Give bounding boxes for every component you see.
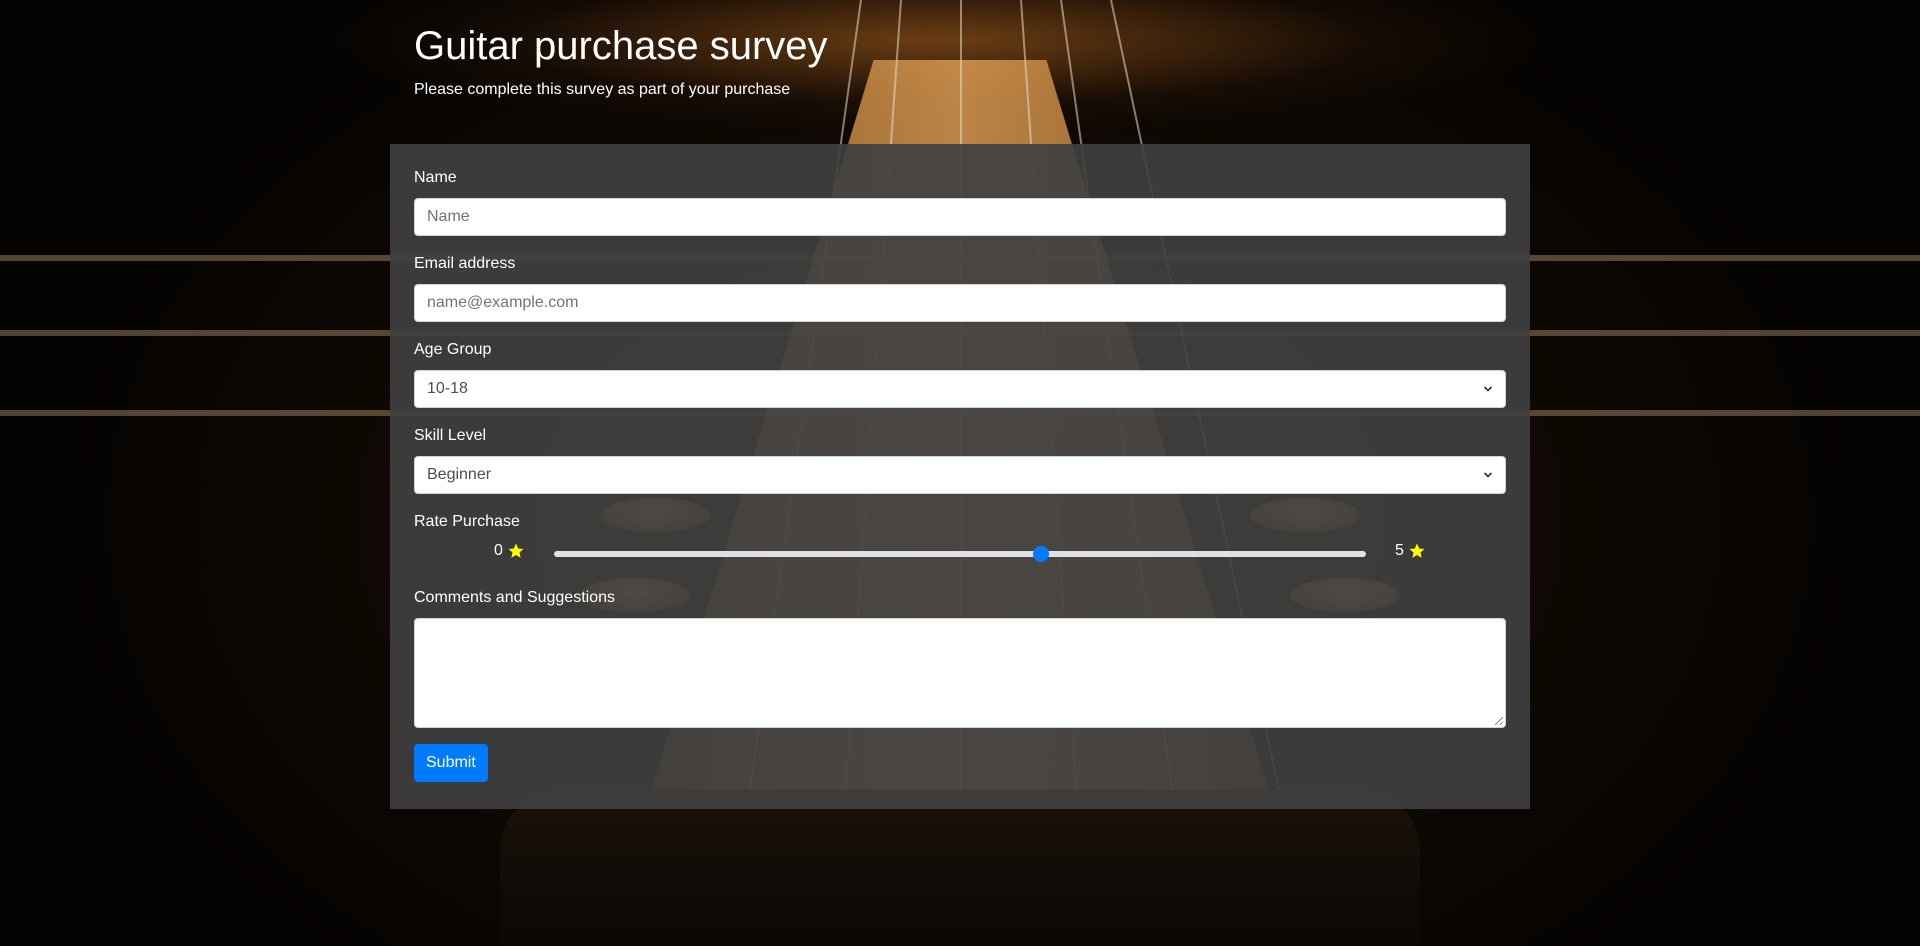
rating-min-label: 0 xyxy=(494,542,503,559)
survey-form: Name Name Email address name@example.com… xyxy=(390,144,1530,809)
name-group: Name Name xyxy=(414,168,1506,236)
email-label: Email address xyxy=(414,255,516,272)
star-icon xyxy=(1409,543,1425,558)
skill-level-selected-value: Beginner xyxy=(427,466,492,483)
age-group-select[interactable]: 10-18 xyxy=(414,370,1506,408)
rating-slider-thumb[interactable] xyxy=(1033,546,1050,562)
comments-label: Comments and Suggestions xyxy=(414,589,615,606)
age-group-selected-value: 10-18 xyxy=(427,380,468,397)
skill-level-select[interactable]: Beginner xyxy=(414,456,1506,494)
email-placeholder: name@example.com xyxy=(427,294,579,311)
email-input[interactable]: name@example.com xyxy=(414,284,1506,322)
skill-level-label: Skill Level xyxy=(414,427,487,444)
name-placeholder: Name xyxy=(427,208,470,225)
age-group-label: Age Group xyxy=(414,341,492,358)
rating-slider-track[interactable] xyxy=(554,551,1366,557)
age-group-group: Age Group 10-18 xyxy=(414,340,1506,408)
rating-min: 0 xyxy=(494,542,525,560)
chevron-down-icon xyxy=(1483,472,1493,478)
chevron-down-icon xyxy=(1483,386,1493,392)
skill-level-group: Skill Level Beginner xyxy=(414,426,1506,494)
page-header: Guitar purchase survey Please complete t… xyxy=(414,22,828,100)
rating-slider[interactable] xyxy=(554,546,1366,562)
rating-row: 0 5 xyxy=(414,542,1506,566)
comments-group: Comments and Suggestions xyxy=(414,588,1506,728)
rating-group: Rate Purchase 0 5 xyxy=(414,512,1506,566)
comments-textarea[interactable] xyxy=(414,618,1506,728)
name-input[interactable]: Name xyxy=(414,198,1506,236)
page-title: Guitar purchase survey xyxy=(414,24,828,68)
resize-handle-icon[interactable] xyxy=(1495,717,1503,725)
email-group: Email address name@example.com xyxy=(414,254,1506,322)
rating-max: 5 xyxy=(1395,542,1426,560)
rating-max-label: 5 xyxy=(1395,542,1404,559)
star-icon xyxy=(508,543,524,558)
submit-button[interactable]: Submit xyxy=(414,744,488,782)
page-subtitle: Please complete this survey as part of y… xyxy=(414,81,791,98)
rating-label: Rate Purchase xyxy=(414,513,520,530)
name-label: Name xyxy=(414,169,457,186)
